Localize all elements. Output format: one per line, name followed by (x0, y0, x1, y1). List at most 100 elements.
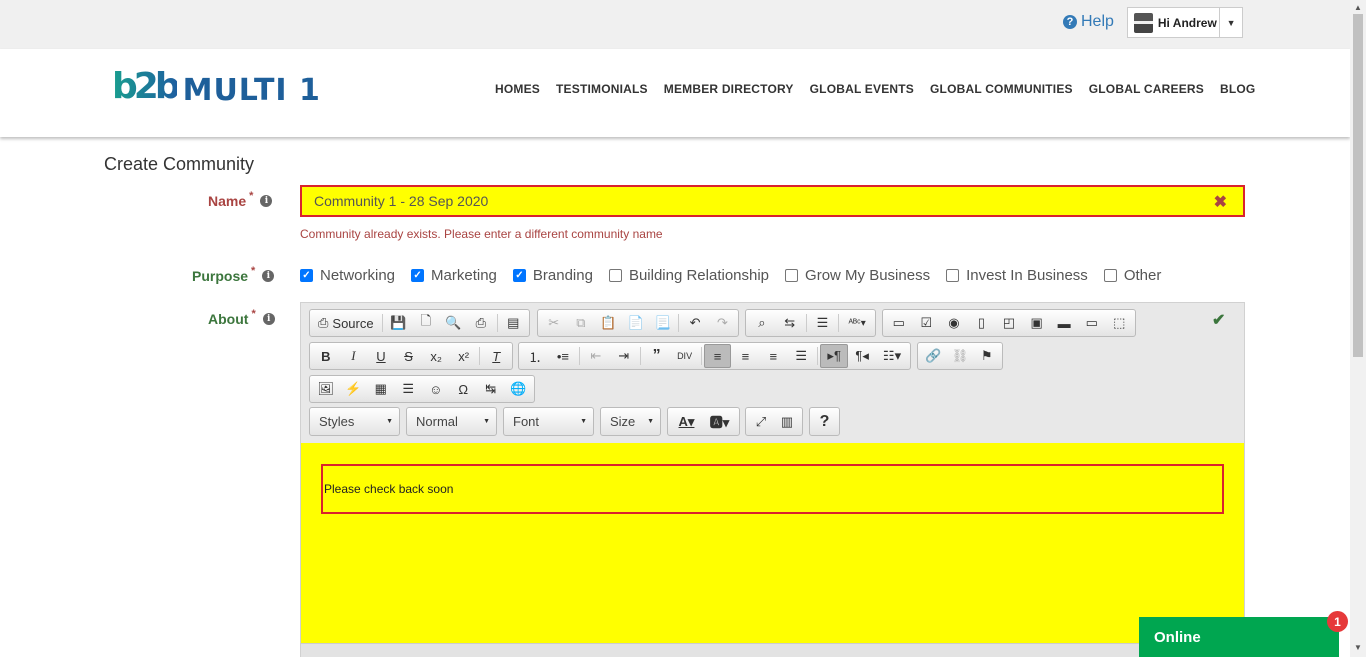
show-blocks-icon[interactable]: ▥ (774, 410, 800, 434)
purpose-option-invest-in-business[interactable]: Invest In Business (946, 267, 1088, 284)
numbered-list-icon[interactable]: ⒈ (521, 344, 549, 368)
flash-icon[interactable]: ⚡ (340, 377, 368, 401)
checkbox[interactable] (608, 269, 622, 282)
purpose-option-building-relationship[interactable]: Building Relationship (608, 267, 769, 284)
format-dropdown[interactable]: Normal ▼ (406, 407, 497, 436)
nav-member-directory[interactable]: MEMBER DIRECTORY (664, 82, 794, 96)
bold-icon[interactable]: B (312, 344, 340, 368)
image-button-icon[interactable]: ▭ (1078, 311, 1106, 335)
hidden-field-icon[interactable]: ⬚ (1106, 311, 1134, 335)
scroll-up-icon[interactable]: ▲ (1354, 3, 1362, 12)
save-icon[interactable]: 💾 (385, 311, 412, 335)
anchor-flag-icon[interactable]: ⚑ (973, 344, 1000, 368)
preview-icon[interactable]: 🔍 (440, 311, 467, 335)
background-color-icon[interactable]: 🅰▾ (703, 410, 736, 434)
source-button[interactable]: ⎙ Source (312, 311, 380, 335)
spellcheck-icon[interactable]: ᴬᴮᶜ▾ (841, 311, 873, 335)
chat-online-widget[interactable]: Online (1139, 617, 1339, 657)
caret-down-icon[interactable]: ▼ (1219, 8, 1242, 37)
button-icon[interactable]: ▬ (1050, 311, 1078, 335)
nav-global-careers[interactable]: GLOBAL CAREERS (1089, 82, 1204, 96)
subscript-icon[interactable]: x₂ (422, 344, 450, 368)
help-link[interactable]: ? Help (1063, 13, 1114, 31)
remove-format-icon[interactable]: T (482, 344, 510, 368)
form-icon[interactable]: ▭ (885, 311, 913, 335)
purpose-option-marketing[interactable]: ✓ Marketing (411, 267, 497, 284)
scrollbar-thumb[interactable] (1353, 14, 1363, 357)
nav-global-events[interactable]: GLOBAL EVENTS (810, 82, 914, 96)
paste-text-icon[interactable]: 📄 (622, 311, 649, 335)
maximize-icon[interactable]: ⤢ (748, 410, 774, 434)
undo-icon[interactable]: ↶ (681, 311, 708, 335)
smiley-icon[interactable]: ☺ (422, 377, 450, 401)
strikethrough-icon[interactable]: S (395, 344, 423, 368)
scroll-down-icon[interactable]: ▼ (1354, 643, 1362, 652)
radio-icon[interactable]: ◉ (940, 311, 968, 335)
styles-dropdown[interactable]: Styles ▼ (309, 407, 400, 436)
purpose-option-branding[interactable]: ✓ Branding (512, 267, 593, 284)
info-icon[interactable]: i (262, 270, 275, 282)
user-menu[interactable]: Hi Andrew ▼ (1127, 7, 1243, 38)
editor-paragraph[interactable]: Please check back soon (321, 464, 1224, 514)
underline-icon[interactable]: U (367, 344, 395, 368)
paste-word-icon[interactable]: 📃 (649, 311, 676, 335)
paste-icon[interactable]: 📋 (595, 311, 622, 335)
blockquote-icon[interactable]: ” (643, 344, 671, 368)
nav-homes[interactable]: HOMES (495, 82, 540, 96)
checkbox[interactable] (785, 269, 799, 282)
language-icon[interactable]: ☷▾ (876, 344, 908, 368)
nav-blog[interactable]: BLOG (1220, 82, 1255, 96)
unlink-icon[interactable]: ⛓ (947, 344, 974, 368)
horizontal-line-icon[interactable]: ☰ (395, 377, 423, 401)
div-container-icon[interactable]: DIV (671, 344, 699, 368)
text-direction-ltr-icon[interactable]: ▸¶ (820, 344, 849, 368)
purpose-option-networking[interactable]: ✓ Networking (300, 267, 395, 284)
select-icon[interactable]: ▣ (1023, 311, 1051, 335)
align-justify-icon[interactable]: ☰ (787, 344, 815, 368)
textarea-icon[interactable]: ◰ (995, 311, 1023, 335)
outdent-icon[interactable]: ⇤ (582, 344, 610, 368)
nav-testimonials[interactable]: TESTIMONIALS (556, 82, 648, 96)
checkbox[interactable] (946, 269, 960, 282)
align-left-icon[interactable]: ≡ (703, 344, 732, 368)
replace-icon[interactable]: ⇆ (776, 311, 804, 335)
new-page-icon[interactable]: 🗋 (412, 311, 439, 335)
checkbox[interactable]: ✓ (411, 269, 425, 282)
textfield-icon[interactable]: ▯ (968, 311, 996, 335)
link-icon[interactable]: 🔗 (920, 344, 947, 368)
checkbox[interactable]: ✓ (300, 269, 313, 282)
superscript-icon[interactable]: x² (450, 344, 478, 368)
purpose-option-grow-my-business[interactable]: Grow My Business (785, 267, 930, 284)
text-direction-rtl-icon[interactable]: ¶◂ (848, 344, 876, 368)
page-scrollbar[interactable]: ▲ ▼ (1350, 0, 1366, 657)
indent-icon[interactable]: ⇥ (610, 344, 638, 368)
checkbox-icon[interactable]: ☑ (913, 311, 941, 335)
text-color-icon[interactable]: A▾ (670, 410, 703, 434)
templates-icon[interactable]: ▤ (500, 311, 527, 335)
align-right-icon[interactable]: ≡ (759, 344, 787, 368)
italic-icon[interactable]: I (340, 344, 368, 368)
cut-icon[interactable]: ✂ (540, 311, 567, 335)
image-icon[interactable]: 🖼 (312, 377, 340, 401)
select-all-icon[interactable]: ☰ (809, 311, 837, 335)
bulleted-list-icon[interactable]: •≡ (549, 344, 577, 368)
size-dropdown[interactable]: Size ▼ (600, 407, 661, 436)
copy-icon[interactable]: ⧉ (567, 311, 594, 335)
find-icon[interactable]: ⌕ (748, 311, 776, 335)
info-icon[interactable]: i (262, 313, 275, 325)
print-icon[interactable]: ⎙ (467, 311, 494, 335)
special-char-icon[interactable]: Ω (450, 377, 478, 401)
editor-content-area[interactable]: Please check back soon (301, 443, 1244, 643)
purpose-option-other[interactable]: Other (1103, 267, 1161, 284)
align-center-icon[interactable]: ≡ (731, 344, 759, 368)
checkbox[interactable]: ✓ (512, 269, 526, 282)
checkbox[interactable] (1103, 269, 1117, 282)
iframe-globe-icon[interactable]: 🌐 (505, 377, 533, 401)
info-icon[interactable]: i (260, 195, 273, 207)
page-break-icon[interactable]: ↹ (477, 377, 505, 401)
redo-icon[interactable]: ↷ (709, 311, 736, 335)
name-input[interactable]: Community 1 - 28 Sep 2020 ✖ (300, 185, 1245, 217)
font-dropdown[interactable]: Font ▼ (503, 407, 594, 436)
site-logo[interactable]: b2b MULTI 1 (112, 63, 321, 111)
help-question-icon[interactable]: ? (812, 410, 837, 434)
